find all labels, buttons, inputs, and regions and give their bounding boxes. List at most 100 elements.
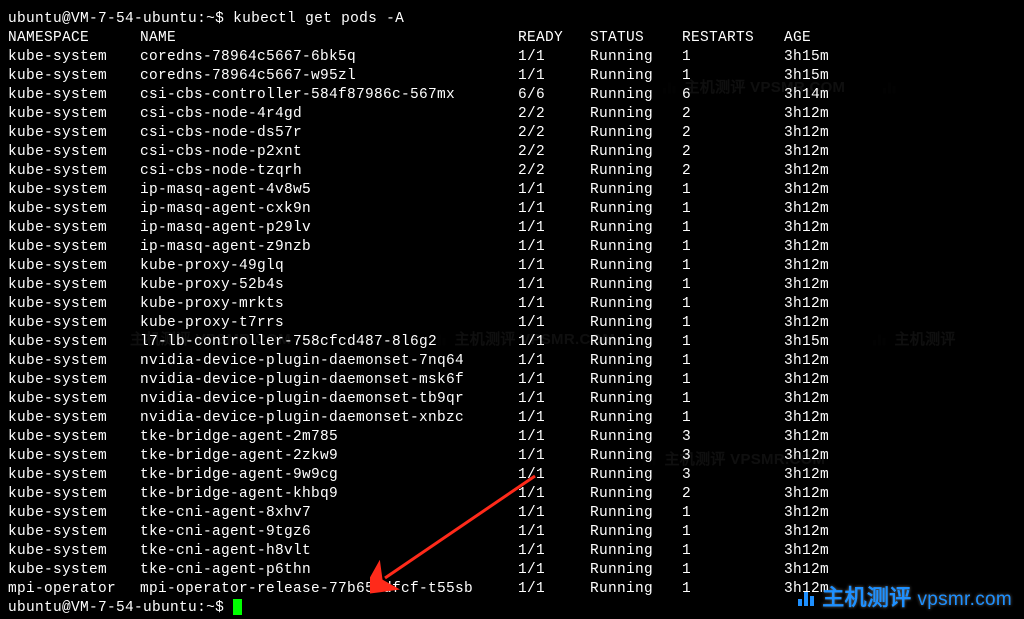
cell-namespace: kube-system — [8, 86, 140, 105]
cell-restarts: 3 — [682, 466, 784, 485]
table-row: kube-systemnvidia-device-plugin-daemonse… — [8, 390, 1016, 409]
cell-restarts: 1 — [682, 219, 784, 238]
cell-status: Running — [590, 200, 682, 219]
cell-name: nvidia-device-plugin-daemonset-xnbzc — [140, 409, 518, 428]
cell-status: Running — [590, 314, 682, 333]
cell-status: Running — [590, 447, 682, 466]
table-row: kube-systemtke-bridge-agent-khbq91/1Runn… — [8, 485, 1016, 504]
cell-name: tke-cni-agent-p6thn — [140, 561, 518, 580]
cell-ready: 1/1 — [518, 295, 590, 314]
cell-age: 3h12m — [784, 219, 829, 238]
table-row: kube-systemkube-proxy-52b4s1/1Running13h… — [8, 276, 1016, 295]
cell-restarts: 1 — [682, 352, 784, 371]
cell-status: Running — [590, 352, 682, 371]
cell-ready: 1/1 — [518, 276, 590, 295]
cell-name: nvidia-device-plugin-daemonset-tb9qr — [140, 390, 518, 409]
cell-status: Running — [590, 295, 682, 314]
cell-status: Running — [590, 428, 682, 447]
cell-restarts: 2 — [682, 143, 784, 162]
cell-namespace: kube-system — [8, 542, 140, 561]
table-row: kube-systemtke-bridge-agent-9w9cg1/1Runn… — [8, 466, 1016, 485]
cell-name: tke-bridge-agent-2zkw9 — [140, 447, 518, 466]
cell-namespace: kube-system — [8, 143, 140, 162]
cell-namespace: kube-system — [8, 390, 140, 409]
cell-age: 3h12m — [784, 257, 829, 276]
cell-status: Running — [590, 390, 682, 409]
cell-namespace: kube-system — [8, 181, 140, 200]
prompt-line-1: ubuntu@VM-7-54-ubuntu:~$ kubectl get pod… — [8, 10, 1016, 29]
table-row: kube-systemcsi-cbs-node-p2xnt2/2Running2… — [8, 143, 1016, 162]
cell-status: Running — [590, 523, 682, 542]
cell-age: 3h12m — [784, 428, 829, 447]
table-row: kube-systemcoredns-78964c5667-w95zl1/1Ru… — [8, 67, 1016, 86]
cell-name: tke-cni-agent-8xhv7 — [140, 504, 518, 523]
cell-age: 3h12m — [784, 485, 829, 504]
table-row: kube-systemtke-cni-agent-9tgz61/1Running… — [8, 523, 1016, 542]
header-status: STATUS — [590, 29, 682, 48]
header-namespace: NAMESPACE — [8, 29, 140, 48]
cell-ready: 1/1 — [518, 428, 590, 447]
cell-ready: 1/1 — [518, 371, 590, 390]
cell-namespace: kube-system — [8, 200, 140, 219]
table-row: kube-systemtke-cni-agent-p6thn1/1Running… — [8, 561, 1016, 580]
cell-namespace: kube-system — [8, 238, 140, 257]
cell-name: csi-cbs-node-tzqrh — [140, 162, 518, 181]
cell-namespace: kube-system — [8, 428, 140, 447]
cell-namespace: kube-system — [8, 314, 140, 333]
cell-namespace: kube-system — [8, 276, 140, 295]
cell-restarts: 1 — [682, 333, 784, 352]
watermark-logo: 主机测评vpsmr.com — [794, 588, 1012, 609]
cell-name: tke-cni-agent-9tgz6 — [140, 523, 518, 542]
cell-name: csi-cbs-node-p2xnt — [140, 143, 518, 162]
terminal-output[interactable]: ubuntu@VM-7-54-ubuntu:~$ kubectl get pod… — [8, 10, 1016, 618]
cell-name: coredns-78964c5667-6bk5q — [140, 48, 518, 67]
table-row: kube-systemcoredns-78964c5667-6bk5q1/1Ru… — [8, 48, 1016, 67]
cell-name: csi-cbs-controller-584f87986c-567mx — [140, 86, 518, 105]
cell-ready: 1/1 — [518, 200, 590, 219]
cell-namespace: kube-system — [8, 105, 140, 124]
table-row: kube-systemnvidia-device-plugin-daemonse… — [8, 371, 1016, 390]
table-header: NAMESPACENAMEREADYSTATUSRESTARTSAGE — [8, 29, 1016, 48]
cell-ready: 1/1 — [518, 485, 590, 504]
cell-namespace: kube-system — [8, 257, 140, 276]
table-row: kube-systemkube-proxy-mrkts1/1Running13h… — [8, 295, 1016, 314]
cell-name: csi-cbs-node-4r4gd — [140, 105, 518, 124]
cell-namespace: kube-system — [8, 162, 140, 181]
table-row: kube-systemcsi-cbs-controller-584f87986c… — [8, 86, 1016, 105]
cell-restarts: 1 — [682, 295, 784, 314]
cell-status: Running — [590, 504, 682, 523]
cell-namespace: kube-system — [8, 352, 140, 371]
table-row: kube-systemtke-bridge-agent-2zkw91/1Runn… — [8, 447, 1016, 466]
cell-restarts: 1 — [682, 181, 784, 200]
cell-restarts: 1 — [682, 561, 784, 580]
cell-ready: 1/1 — [518, 314, 590, 333]
cell-age: 3h12m — [784, 314, 829, 333]
table-row: kube-systemkube-proxy-t7rrs1/1Running13h… — [8, 314, 1016, 333]
cell-status: Running — [590, 48, 682, 67]
cell-restarts: 1 — [682, 580, 784, 599]
cell-namespace: kube-system — [8, 333, 140, 352]
cell-status: Running — [590, 238, 682, 257]
cell-age: 3h15m — [784, 333, 829, 352]
cell-ready: 2/2 — [518, 105, 590, 124]
cell-status: Running — [590, 542, 682, 561]
cell-namespace: kube-system — [8, 447, 140, 466]
cell-name: mpi-operator-release-77b65cdfcf-t55sb — [140, 580, 518, 599]
table-row: kube-systemip-masq-agent-cxk9n1/1Running… — [8, 200, 1016, 219]
cell-name: tke-cni-agent-h8vlt — [140, 542, 518, 561]
cell-restarts: 1 — [682, 371, 784, 390]
cell-ready: 1/1 — [518, 561, 590, 580]
table-row: kube-systemcsi-cbs-node-ds57r2/2Running2… — [8, 124, 1016, 143]
cell-namespace: kube-system — [8, 485, 140, 504]
chart-icon — [794, 589, 820, 609]
cell-namespace: kube-system — [8, 409, 140, 428]
command-text: kubectl get pods -A — [233, 11, 404, 27]
cell-namespace: kube-system — [8, 219, 140, 238]
table-row: kube-systemip-masq-agent-p29lv1/1Running… — [8, 219, 1016, 238]
cell-ready: 1/1 — [518, 48, 590, 67]
cell-status: Running — [590, 162, 682, 181]
cell-name: kube-proxy-49glq — [140, 257, 518, 276]
header-name: NAME — [140, 29, 518, 48]
header-age: AGE — [784, 29, 811, 48]
cell-name: tke-bridge-agent-9w9cg — [140, 466, 518, 485]
